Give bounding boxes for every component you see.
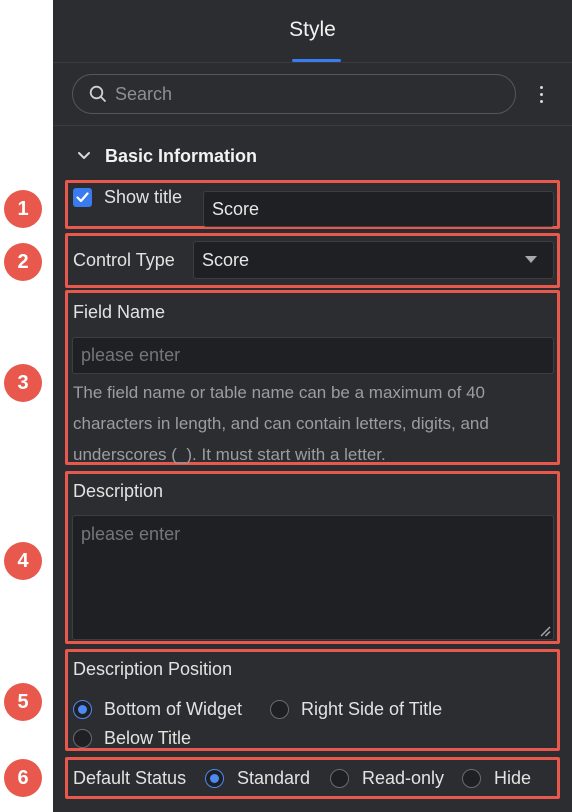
- radio-indicator[interactable]: [330, 769, 349, 788]
- show-title-row: Show title: [73, 187, 182, 208]
- radio-below-title[interactable]: Below Title: [73, 728, 191, 749]
- caret-down-icon: [525, 256, 537, 263]
- radio-read-only[interactable]: Read-only: [330, 768, 444, 789]
- radio-label: Hide: [494, 768, 532, 788]
- tab-style-label: Style: [289, 18, 336, 41]
- annotation-badge-5: 5: [4, 683, 42, 721]
- title-input[interactable]: [203, 191, 554, 227]
- radio-label: Bottom of Widget: [104, 699, 243, 719]
- control-type-value: Score: [202, 249, 250, 270]
- show-title-checkbox[interactable]: [73, 188, 92, 207]
- checkmark-icon: [76, 192, 89, 203]
- radio-standard[interactable]: Standard: [205, 768, 310, 789]
- style-panel: Style Basic Information Show title: [53, 0, 572, 812]
- resize-handle-icon[interactable]: [539, 625, 551, 637]
- section-title: Basic Information: [105, 145, 258, 166]
- annotation-badge-1: 1: [4, 190, 42, 228]
- help-line: underscores (_). It must start with a le…: [73, 445, 386, 464]
- field-name-label: Field Name: [73, 302, 166, 322]
- description-label: Description: [73, 481, 164, 501]
- search-input[interactable]: [115, 83, 475, 105]
- search-icon: [89, 85, 107, 103]
- section-basic-information[interactable]: Basic Information: [77, 140, 257, 172]
- radio-label: Read-only: [362, 768, 445, 788]
- radio-indicator[interactable]: [205, 769, 224, 788]
- radio-indicator[interactable]: [462, 769, 481, 788]
- field-name-help: The field name or table name can be a ma…: [73, 377, 555, 470]
- description-textarea[interactable]: [72, 515, 554, 640]
- more-options-icon[interactable]: [533, 80, 549, 108]
- show-title-label: Show title: [104, 187, 183, 207]
- field-name-input[interactable]: [72, 337, 554, 374]
- radio-indicator[interactable]: [73, 729, 92, 748]
- control-type-select[interactable]: Score: [193, 241, 554, 279]
- radio-label: Right Side of Title: [301, 699, 443, 719]
- annotation-badge-3: 3: [4, 364, 42, 402]
- annotation-badge-6: 6: [4, 759, 42, 797]
- radio-hide[interactable]: Hide: [462, 768, 531, 789]
- help-line: characters in length, and can contain le…: [73, 414, 489, 433]
- radio-bottom-of-widget[interactable]: Bottom of Widget: [73, 699, 242, 720]
- description-position-label: Description Position: [73, 659, 233, 679]
- control-type-label: Control Type: [73, 250, 175, 270]
- radio-indicator[interactable]: [73, 700, 92, 719]
- tab-style[interactable]: Style: [53, 0, 572, 62]
- annotation-badge-4: 4: [4, 542, 42, 580]
- search-box[interactable]: [72, 74, 516, 114]
- radio-label: Below Title: [104, 728, 192, 748]
- help-line: The field name or table name can be a ma…: [73, 383, 485, 402]
- radio-right-side-of-title[interactable]: Right Side of Title: [270, 699, 442, 720]
- default-status-label: Default Status: [73, 768, 187, 788]
- header-divider: [53, 62, 572, 63]
- radio-indicator[interactable]: [270, 700, 289, 719]
- chevron-down-icon: [77, 151, 91, 161]
- annotation-badge-2: 2: [4, 243, 42, 281]
- search-divider: [53, 125, 572, 126]
- radio-label: Standard: [237, 768, 311, 788]
